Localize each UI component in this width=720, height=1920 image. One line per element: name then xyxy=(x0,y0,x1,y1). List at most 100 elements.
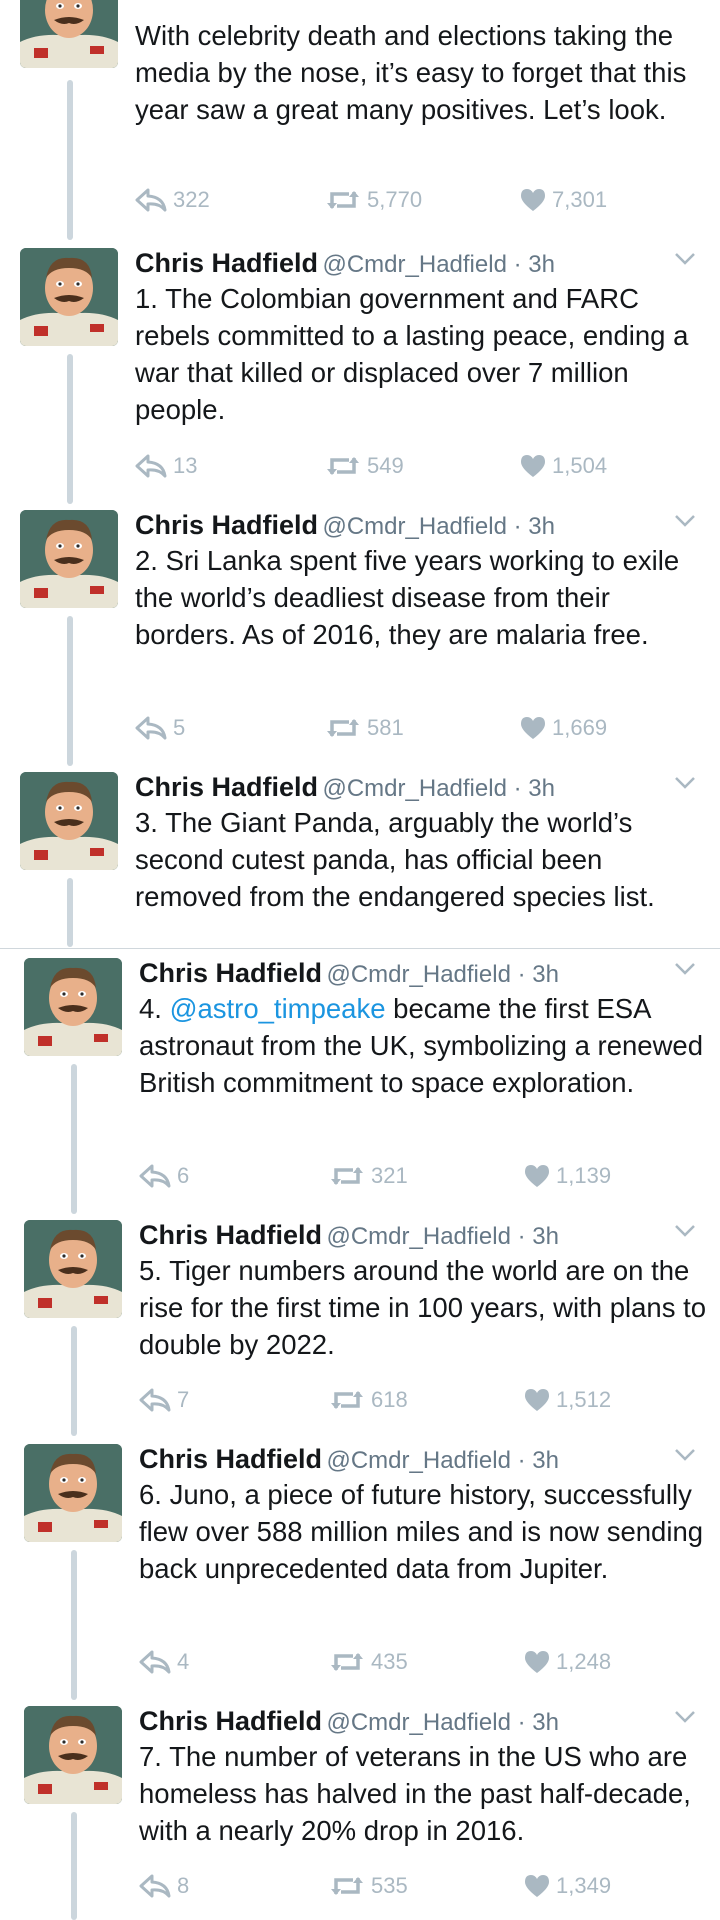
retweet-count: 5,770 xyxy=(367,187,423,212)
tweet-text: 1. The Colombian government and FARC reb… xyxy=(135,283,689,425)
author-name[interactable]: Chris Hadfield xyxy=(139,1706,322,1736)
retweet-button[interactable]: 535 xyxy=(329,1871,408,1901)
like-count: 1,349 xyxy=(556,1873,612,1898)
author-handle[interactable]: @Cmdr_Hadfield · 3h xyxy=(322,513,554,540)
chevron-down-icon[interactable] xyxy=(674,252,696,266)
tweet-4[interactable]: Chris Hadfield @Cmdr_Hadfield · 3h 4. @a… xyxy=(0,956,720,1214)
tweet-actions: 7 618 1,512 xyxy=(139,1385,709,1415)
reply-icon xyxy=(135,716,167,740)
thread-line xyxy=(71,1550,77,1700)
tweet-intro[interactable]: With celebrity death and elections takin… xyxy=(0,0,720,240)
avatar[interactable] xyxy=(24,1220,122,1318)
tweet-actions: 322 5,770 7,301 xyxy=(135,185,705,215)
like-button[interactable]: 1,669 xyxy=(520,713,607,743)
retweet-button[interactable]: 435 xyxy=(329,1647,408,1677)
avatar[interactable] xyxy=(20,510,118,608)
reply-button[interactable]: 7 xyxy=(139,1385,189,1415)
thread-line xyxy=(67,80,73,240)
reply-count: 5 xyxy=(173,715,186,740)
tweet-3[interactable]: Chris Hadfield @Cmdr_Hadfield · 3h 3. Th… xyxy=(0,770,720,947)
chevron-down-icon[interactable] xyxy=(674,1224,696,1238)
screenshot-divider xyxy=(0,948,720,949)
retweet-icon xyxy=(325,716,361,740)
chevron-down-icon[interactable] xyxy=(674,776,696,790)
tweet-text: 4. @astro_timpeake became the first ESA … xyxy=(139,990,709,1101)
retweet-count: 435 xyxy=(371,1649,408,1674)
tweet-text: 5. Tiger numbers around the world are on… xyxy=(139,1255,707,1360)
author-handle[interactable]: @Cmdr_Hadfield · 3h xyxy=(326,1709,558,1736)
author-handle[interactable]: @Cmdr_Hadfield · 3h xyxy=(326,1447,558,1474)
reply-button[interactable]: 6 xyxy=(139,1161,189,1191)
heart-icon xyxy=(520,188,546,212)
author-name[interactable]: Chris Hadfield xyxy=(139,1220,322,1250)
retweet-button[interactable]: 5,770 xyxy=(325,185,422,215)
like-button[interactable]: 7,301 xyxy=(520,185,607,215)
like-count: 1,248 xyxy=(556,1649,612,1674)
retweet-button[interactable]: 618 xyxy=(329,1385,408,1415)
heart-icon xyxy=(524,1650,550,1674)
reply-count: 13 xyxy=(173,453,198,478)
retweet-icon xyxy=(329,1388,365,1412)
tweet-actions: 6 321 1,139 xyxy=(139,1161,709,1191)
tweet-5[interactable]: Chris Hadfield @Cmdr_Hadfield · 3h 5. Ti… xyxy=(0,1218,720,1436)
retweet-icon xyxy=(329,1874,365,1898)
like-count: 1,669 xyxy=(552,715,608,740)
tweet-text: 7. The number of veterans in the US who … xyxy=(139,1741,691,1846)
author-name[interactable]: Chris Hadfield xyxy=(139,958,322,988)
avatar[interactable] xyxy=(24,1444,122,1542)
retweet-button[interactable]: 549 xyxy=(325,451,404,481)
reply-icon xyxy=(135,454,167,478)
like-count: 1,139 xyxy=(556,1163,612,1188)
reply-icon xyxy=(139,1650,171,1674)
chevron-down-icon[interactable] xyxy=(674,1448,696,1462)
mention-link[interactable]: @astro_timpeake xyxy=(170,993,386,1024)
thread-line xyxy=(67,354,73,504)
reply-button[interactable]: 8 xyxy=(139,1871,189,1901)
author-handle[interactable]: @Cmdr_Hadfield · 3h xyxy=(326,961,558,988)
reply-count: 8 xyxy=(177,1873,190,1898)
thread-line xyxy=(71,1064,77,1214)
like-button[interactable]: 1,139 xyxy=(524,1161,611,1191)
like-button[interactable]: 1,512 xyxy=(524,1385,611,1415)
chevron-down-icon[interactable] xyxy=(674,514,696,528)
author-handle[interactable]: @Cmdr_Hadfield · 3h xyxy=(326,1223,558,1250)
tweet-1[interactable]: Chris Hadfield @Cmdr_Hadfield · 3h 1. Th… xyxy=(0,246,720,504)
avatar[interactable] xyxy=(20,0,118,68)
tweet-text: 3. The Giant Panda, arguably the world’s… xyxy=(135,807,655,912)
author-name[interactable]: Chris Hadfield xyxy=(135,248,318,278)
author-name[interactable]: Chris Hadfield xyxy=(139,1444,322,1474)
reply-button[interactable]: 5 xyxy=(135,713,185,743)
tweet-6[interactable]: Chris Hadfield @Cmdr_Hadfield · 3h 6. Ju… xyxy=(0,1442,720,1700)
tweet-actions: 13 549 1,504 xyxy=(135,451,705,481)
tweet-text: With celebrity death and elections takin… xyxy=(135,20,687,125)
retweet-icon xyxy=(325,454,361,478)
heart-icon xyxy=(524,1164,550,1188)
thread-line xyxy=(71,1326,77,1436)
thread-line xyxy=(67,878,73,947)
like-button[interactable]: 1,349 xyxy=(524,1871,611,1901)
like-count: 1,504 xyxy=(552,453,608,478)
avatar[interactable] xyxy=(24,1706,122,1804)
like-button[interactable]: 1,248 xyxy=(524,1647,611,1677)
like-count: 1,512 xyxy=(556,1387,612,1412)
retweet-button[interactable]: 321 xyxy=(329,1161,408,1191)
reply-count: 7 xyxy=(177,1387,190,1412)
chevron-down-icon[interactable] xyxy=(674,1710,696,1724)
chevron-down-icon[interactable] xyxy=(674,962,696,976)
tweet-2[interactable]: Chris Hadfield @Cmdr_Hadfield · 3h 2. Sr… xyxy=(0,508,720,766)
author-handle[interactable]: @Cmdr_Hadfield · 3h xyxy=(322,775,554,802)
tweet-actions: 5 581 1,669 xyxy=(135,713,705,743)
avatar[interactable] xyxy=(20,772,118,870)
avatar[interactable] xyxy=(24,958,122,1056)
retweet-count: 618 xyxy=(371,1387,408,1412)
author-handle[interactable]: @Cmdr_Hadfield · 3h xyxy=(322,251,554,278)
author-name[interactable]: Chris Hadfield xyxy=(135,772,318,802)
like-button[interactable]: 1,504 xyxy=(520,451,607,481)
author-name[interactable]: Chris Hadfield xyxy=(135,510,318,540)
retweet-button[interactable]: 581 xyxy=(325,713,404,743)
reply-button[interactable]: 322 xyxy=(135,185,210,215)
reply-button[interactable]: 4 xyxy=(139,1647,189,1677)
tweet-7[interactable]: Chris Hadfield @Cmdr_Hadfield · 3h 7. Th… xyxy=(0,1704,720,1920)
reply-button[interactable]: 13 xyxy=(135,451,197,481)
avatar[interactable] xyxy=(20,248,118,346)
